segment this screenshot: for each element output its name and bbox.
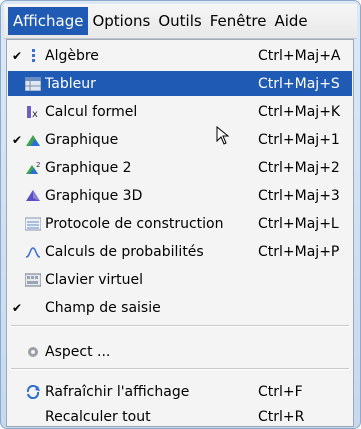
menu-affichage[interactable]: Affichage [8, 7, 89, 35]
menu-item-shortcut: Ctrl+F [258, 383, 303, 400]
menu-fenetre[interactable]: Fenêtre [206, 7, 271, 35]
menu-bar: Affichage Options Outils Fenêtre Aide [4, 4, 357, 39]
menu-item-calcul-formel[interactable]: x Calcul formel Ctrl+Maj+K [8, 99, 352, 124]
menu-item-shortcut: Ctrl+Maj+L [258, 215, 339, 232]
gear-icon [24, 344, 42, 360]
menu-item-shortcut: Ctrl+R [258, 408, 305, 425]
menu-item-calculs-probabilites[interactable]: Calculs de probabilités Ctrl+Maj+P [8, 239, 352, 264]
menu-item-graphique[interactable]: ✔ Graphique Ctrl+Maj+1 [8, 127, 352, 152]
menu-item-aspect[interactable]: Aspect ... [8, 339, 352, 364]
graphics3d-icon [24, 188, 42, 204]
graphics2-icon: 2 [24, 160, 42, 176]
checkmark-icon: ✔ [11, 132, 23, 147]
checkmark-icon: ✔ [11, 300, 23, 315]
menu-options[interactable]: Options [88, 7, 154, 35]
menu-item-shortcut: Ctrl+Maj+A [258, 47, 341, 64]
menu-item-shortcut: Ctrl+Maj+1 [258, 131, 340, 148]
menu-item-label: Champ de saisie [45, 299, 161, 316]
menu-item-label: Graphique [45, 131, 119, 148]
menu-item-rafraichir[interactable]: Rafraîchir l'affichage Ctrl+F [8, 379, 352, 404]
menu-item-clavier-virtuel[interactable]: Clavier virtuel [8, 267, 352, 292]
menu-item-label: Graphique 2 [45, 159, 132, 176]
menu-item-shortcut: Ctrl+Maj+2 [258, 159, 340, 176]
menu-outils[interactable]: Outils [154, 7, 205, 35]
svg-text:x: x [32, 109, 38, 119]
menu-item-shortcut: Ctrl+Maj+P [258, 243, 340, 260]
menu-item-tableur[interactable]: Tableur Ctrl+Maj+S [8, 71, 352, 96]
mouse-pointer-icon [216, 125, 230, 150]
algebra-icon [24, 48, 42, 64]
menu-separator [11, 325, 349, 327]
menu-separator [11, 368, 349, 370]
menu-item-protocole-construction[interactable]: Protocole de construction Ctrl+Maj+L [8, 211, 352, 236]
cas-icon: x [24, 104, 42, 120]
menu-item-algebre[interactable]: ✔ Algèbre Ctrl+Maj+A [8, 43, 352, 68]
construction-protocol-icon [24, 216, 42, 232]
menu-item-champ-de-saisie[interactable]: ✔ Champ de saisie [8, 295, 352, 320]
menu-item-shortcut: Ctrl+Maj+K [258, 103, 341, 120]
checkmark-icon: ✔ [11, 48, 23, 63]
graphics-icon [24, 132, 42, 148]
svg-text:2: 2 [36, 161, 40, 169]
menu-item-label: Rafraîchir l'affichage [45, 383, 190, 400]
menu-item-label: Tableur [45, 75, 96, 92]
affichage-dropdown-menu: ✔ Algèbre Ctrl+Maj+A Tableur Ctrl+Maj+S … [6, 39, 354, 427]
menu-item-label: Algèbre [45, 47, 99, 64]
menu-item-graphique-3d[interactable]: Graphique 3D Ctrl+Maj+3 [8, 183, 352, 208]
menu-item-label: Aspect ... [45, 343, 111, 360]
menu-item-graphique-2[interactable]: 2 Graphique 2 Ctrl+Maj+2 [8, 155, 352, 180]
menu-item-label: Calculs de probabilités [45, 243, 204, 260]
menu-item-label: Graphique 3D [45, 187, 143, 204]
menu-item-label: Calcul formel [45, 103, 138, 120]
menu-item-recalculer-tout[interactable]: Recalculer tout Ctrl+R [8, 404, 352, 428]
menu-item-shortcut: Ctrl+Maj+S [258, 75, 340, 92]
menu-item-label: Recalculer tout [45, 408, 151, 425]
window-frame: Affichage Options Outils Fenêtre Aide ✔ … [0, 0, 361, 429]
menu-item-shortcut: Ctrl+Maj+3 [258, 187, 340, 204]
menu-item-label: Clavier virtuel [45, 271, 144, 288]
probability-icon [24, 244, 42, 260]
menu-item-label: Protocole de construction [45, 215, 224, 232]
spreadsheet-icon [24, 76, 42, 92]
menu-aide[interactable]: Aide [270, 7, 311, 35]
refresh-icon [24, 384, 42, 400]
keyboard-icon [24, 272, 42, 288]
